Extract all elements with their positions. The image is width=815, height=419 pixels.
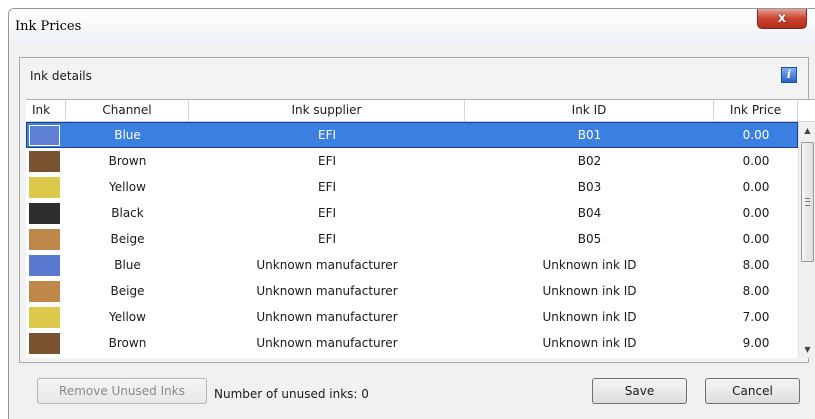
- ink-id-cell: Unknown ink ID: [542, 258, 637, 272]
- ink-details-panel: Ink details i Ink Channel Ink supplier I…: [19, 57, 815, 363]
- channel-cell: Beige: [110, 284, 145, 298]
- ink-supplier-cell: Unknown manufacturer: [256, 258, 398, 272]
- scroll-down-arrow-icon[interactable]: ▼: [799, 341, 815, 358]
- ink-color-swatch: [29, 281, 60, 302]
- ink-id-cell: B03: [577, 180, 602, 194]
- column-header-ink-price[interactable]: Ink Price: [714, 100, 798, 121]
- ink-color-swatch: [29, 333, 60, 354]
- ink-color-swatch: [29, 151, 60, 172]
- scroll-up-arrow-icon[interactable]: ▲: [799, 122, 815, 139]
- ink-color-swatch: [29, 177, 60, 198]
- close-icon: x: [777, 11, 787, 26]
- ink-prices-dialog: Ink Prices x Ink details i Ink Channel I…: [8, 8, 815, 419]
- ink-id-cell: B04: [577, 206, 602, 220]
- table-row[interactable]: Black EFI B04 0.00: [26, 200, 798, 226]
- ink-supplier-cell: Unknown manufacturer: [256, 284, 398, 298]
- ink-color-swatch: [29, 307, 60, 328]
- ink-price-cell: 0.00: [742, 180, 770, 194]
- table-row[interactable]: Yellow Unknown manufacturer Unknown ink ID…: [26, 304, 798, 330]
- ink-price-cell: 8.00: [742, 284, 770, 298]
- ink-price-cell: 0.00: [742, 128, 770, 142]
- vertical-scrollbar[interactable]: ▲ ▼: [798, 122, 815, 358]
- window-title: Ink Prices: [15, 19, 82, 34]
- ink-supplier-cell: EFI: [317, 154, 337, 168]
- channel-cell: Brown: [108, 336, 147, 350]
- ink-price-cell: 0.00: [742, 206, 770, 220]
- ink-id-cell: Unknown ink ID: [542, 284, 637, 298]
- ink-table: Ink Channel Ink supplier Ink ID Ink Pric…: [26, 99, 815, 358]
- column-header-ink-supplier[interactable]: Ink supplier: [189, 100, 465, 121]
- channel-cell: Black: [111, 206, 144, 220]
- ink-color-swatch: [29, 229, 60, 250]
- ink-price-cell: 9.00: [742, 336, 770, 350]
- channel-cell: Yellow: [109, 180, 146, 194]
- ink-supplier-cell: EFI: [317, 206, 337, 220]
- column-header-ink[interactable]: Ink: [26, 100, 66, 121]
- panel-header: Ink details i: [20, 58, 808, 94]
- ink-color-swatch: [29, 255, 60, 276]
- info-icon[interactable]: i: [781, 67, 797, 83]
- column-header-channel[interactable]: Channel: [66, 100, 189, 121]
- channel-cell: Beige: [110, 232, 145, 246]
- channel-cell: Blue: [114, 128, 141, 142]
- ink-supplier-cell: Unknown manufacturer: [256, 310, 398, 324]
- ink-price-cell: 0.00: [742, 154, 770, 168]
- remove-unused-inks-button[interactable]: Remove Unused Inks: [37, 378, 207, 404]
- channel-cell: Yellow: [109, 310, 146, 324]
- ink-supplier-cell: EFI: [317, 128, 337, 142]
- table-row[interactable]: Brown Unknown manufacturer Unknown ink ID 9…: [26, 330, 798, 356]
- ink-id-cell: B02: [577, 154, 602, 168]
- table-row[interactable]: Blue EFI B01 0.00: [26, 122, 798, 148]
- ink-supplier-cell: EFI: [317, 180, 337, 194]
- table-row[interactable]: Blue Unknown manufacturer Unknown ink ID 8.…: [26, 252, 798, 278]
- ink-id-cell: Unknown ink ID: [542, 310, 637, 324]
- table-header: Ink Channel Ink supplier Ink ID Ink Pric…: [26, 100, 815, 122]
- title-bar: Ink Prices x: [9, 9, 815, 43]
- table-row[interactable]: Yellow EFI B03 0.00: [26, 174, 798, 200]
- ink-color-swatch: [29, 203, 60, 224]
- cancel-button[interactable]: Cancel: [705, 378, 800, 404]
- ink-supplier-cell: Unknown manufacturer: [256, 336, 398, 350]
- close-button[interactable]: x: [757, 9, 807, 29]
- panel-title: Ink details: [30, 69, 92, 83]
- scrollbar-grip-icon: [805, 198, 810, 206]
- column-header-ink-id[interactable]: Ink ID: [465, 100, 714, 121]
- ink-id-cell: B05: [577, 232, 602, 246]
- table-row[interactable]: Beige Unknown manufacturer Unknown ink ID 8…: [26, 278, 798, 304]
- ink-price-cell: 0.00: [742, 232, 770, 246]
- ink-id-cell: Unknown ink ID: [542, 336, 637, 350]
- ink-price-cell: 7.00: [742, 310, 770, 324]
- scrollbar-thumb[interactable]: [801, 142, 814, 262]
- ink-price-cell: 8.00: [742, 258, 770, 272]
- channel-cell: Brown: [108, 154, 147, 168]
- channel-cell: Blue: [114, 258, 141, 272]
- save-button[interactable]: Save: [592, 378, 687, 404]
- ink-supplier-cell: EFI: [317, 232, 337, 246]
- table-row[interactable]: Brown EFI B02 0.00: [26, 148, 798, 174]
- table-row[interactable]: Beige EFI B05 0.00: [26, 226, 798, 252]
- unused-inks-count: Number of unused inks: 0: [214, 387, 369, 401]
- ink-id-cell: B01: [577, 128, 602, 142]
- ink-color-swatch: [29, 125, 60, 146]
